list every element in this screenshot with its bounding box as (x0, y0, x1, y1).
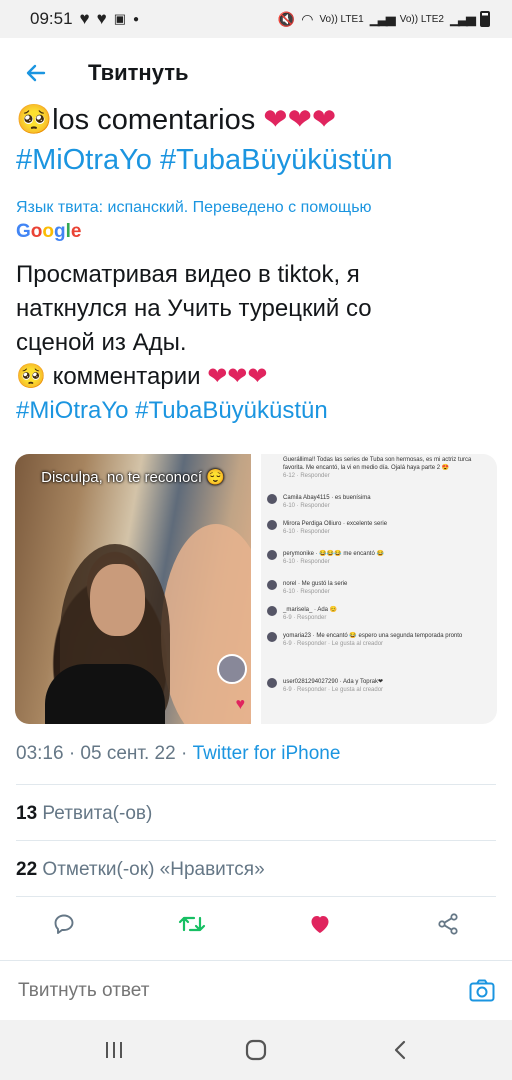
divider (16, 784, 496, 785)
gallery-notification-icon: ▣ (113, 11, 127, 26)
like-icon[interactable] (306, 910, 334, 938)
translated-line: сценой из Ады. (16, 329, 187, 356)
translation-note: Язык твита: испанский. Переведено с помо… (16, 199, 372, 216)
mute-icon: 🔇 (277, 10, 296, 27)
retweet-icon[interactable] (178, 910, 206, 938)
page-title: Твитнуть (88, 60, 189, 85)
tweet-timestamp: 03:16 · 05 сент. 22 · Twitter for iPhone (16, 743, 341, 764)
battery-icon (480, 11, 490, 27)
comment-item: Mirora Perdiga Olliuro · excelente serie… (267, 520, 483, 536)
retweets-stat[interactable]: 13 Ретвита(-ов) (16, 803, 152, 825)
translated-text: Просматривая видео в tiktok, я наткнулся… (16, 258, 496, 428)
camera-icon[interactable] (468, 977, 496, 1005)
heart-icon: ♥ (235, 696, 246, 713)
app-header: Твитнуть (0, 38, 512, 108)
signal-icon: ▁▃▅ (450, 11, 476, 26)
avatar (217, 654, 247, 684)
heart-notification-icon: ♥ (96, 9, 107, 28)
image-caption: Disculpa, no te reconocí 😌 (41, 469, 225, 486)
retweets-label: Ретвита(-ов) (42, 803, 153, 824)
likes-count: 22 (16, 859, 38, 880)
home-icon[interactable] (241, 1036, 271, 1064)
pleading-face-emoji: 🥺 (16, 363, 46, 390)
hearts-emoji: ❤❤❤ (263, 104, 337, 136)
translated-comment: комментарии (52, 363, 201, 390)
translated-hashtags[interactable]: #MiOtraYo #TubaBüyüküstün (16, 394, 496, 428)
nav-back-icon[interactable] (385, 1036, 415, 1064)
reply-input[interactable] (16, 979, 440, 1003)
hearts-emoji: ❤❤❤ (207, 363, 268, 390)
google-logo: Google (16, 221, 82, 242)
reply-icon[interactable] (50, 910, 78, 938)
comment-item: user0281294027290 · Ada y Toprak❤ 6-9 · R… (267, 678, 483, 694)
likes-label: Отметки(-ок) «Нравится» (42, 859, 265, 880)
heart-notification-icon: ♥ (79, 9, 90, 28)
translated-line: Просматривая видео в tiktok, я (16, 261, 360, 288)
more-notifications-icon: ● (133, 13, 140, 25)
likes-stat[interactable]: 22 Отметки(-ок) «Нравится» (16, 859, 265, 881)
comment-item: yomaria23 · Me encantó 😂 espero una segu… (267, 632, 483, 648)
translated-line: наткнулся на Учить турецкий со (16, 295, 372, 322)
comment-item: perymonike · 😂😂😂 me encantó 😂 6-10 · Resp… (267, 550, 483, 566)
wifi-icon: ◠ (301, 10, 314, 27)
comment-item: Guerállima!! Todas las series de Tuba so… (283, 457, 472, 479)
clock: 09:51 (30, 9, 73, 28)
tweet-media: Disculpa, no te reconocí 😌 ♥ Guerállima!… (15, 454, 497, 724)
media-image-2[interactable]: Guerállima!! Todas las series de Tuba so… (261, 454, 497, 724)
status-bar: 09:51 ♥ ♥ ▣ ● 🔇 ◠ Vo)) LTE1 ▁▃▅ Vo)) LTE… (0, 0, 512, 38)
tweet-original-text: 🥺los comentarios ❤❤❤ #MiOtraYo #TubaBüyü… (16, 100, 496, 180)
network-label: Vo)) LTE1 (319, 13, 364, 25)
retweets-count: 13 (16, 803, 38, 824)
reply-bar (0, 960, 512, 1021)
share-icon[interactable] (434, 910, 462, 938)
media-image-1[interactable]: Disculpa, no te reconocí 😌 ♥ (15, 454, 251, 724)
source-link[interactable]: Twitter for iPhone (193, 743, 341, 764)
divider (16, 896, 496, 897)
divider (16, 840, 496, 841)
comment-item: norel · Me gustó la serie 6-10 · Responde… (267, 580, 483, 596)
comment-item: _marisela_ · Ada 😊 6-9 · Responder (267, 606, 483, 622)
comment-item: Camila Abay4115 · es buenísima 6-10 · Res… (267, 494, 483, 510)
back-arrow-icon[interactable] (22, 59, 50, 87)
system-nav-bar (0, 1020, 512, 1080)
tweet-actions (0, 900, 512, 950)
network-label: Vo)) LTE2 (399, 13, 444, 25)
signal-icon: ▁▃▅ (369, 11, 396, 26)
original-hashtags[interactable]: #MiOtraYo #TubaBüyüküstün (16, 140, 496, 180)
recents-icon[interactable] (99, 1036, 129, 1064)
pleading-face-emoji: 🥺 (16, 104, 53, 136)
original-text: los comentarios (52, 104, 256, 136)
